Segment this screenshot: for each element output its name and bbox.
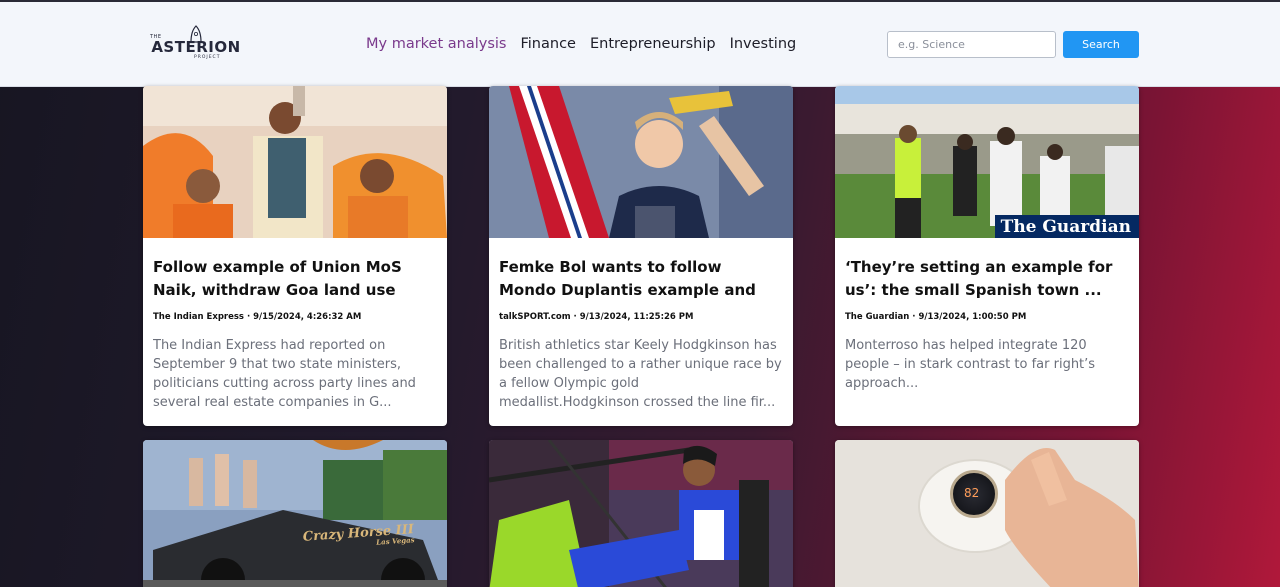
card-description: The Indian Express had reported on Septe… [153, 338, 416, 410]
politicians-photo [143, 86, 447, 238]
card-meta: The Guardian · 9/13/2024, 1:00:50 PM [845, 312, 1027, 322]
card-meta: The Indian Express · 9/15/2024, 4:26:32 … [153, 312, 362, 322]
nav-entrepreneurship[interactable]: Entrepreneurship [590, 36, 716, 52]
thermostat-photo: 82 [835, 440, 1139, 587]
card-description: Monterroso has helped integrate 120 peop… [845, 338, 1096, 391]
thermostat-reading: 82 [964, 486, 980, 500]
news-card[interactable] [489, 440, 793, 587]
search-input[interactable] [887, 31, 1056, 58]
card-title[interactable]: Femke Bol wants to follow Mondo Duplanti… [499, 256, 783, 302]
logo-name-text: ASTERION [151, 38, 241, 56]
news-card[interactable]: The Guardian ‘They’re setting an example… [835, 86, 1139, 426]
asterion-logo[interactable]: THE ASTERION PROJECT [150, 24, 242, 66]
news-card[interactable]: Follow example of Union MoS Naik, withdr… [143, 86, 447, 426]
card-description: British athletics star Keely Hodgkinson … [499, 338, 782, 410]
search-button[interactable]: Search [1063, 31, 1139, 58]
card-title[interactable]: ‘They’re setting an example for us’: the… [845, 256, 1129, 302]
news-card[interactable]: Crazy Horse III Las Vegas [143, 440, 447, 587]
thermostat-dial: 82 [950, 470, 998, 518]
news-card[interactable]: 82 [835, 440, 1139, 587]
card-title[interactable]: Follow example of Union MoS Naik, withdr… [153, 256, 437, 302]
nav-my-market-analysis[interactable]: My market analysis [366, 36, 506, 52]
card-meta: talkSPORT.com · 9/13/2024, 11:25:26 PM [499, 312, 694, 322]
athlete-photo [489, 86, 793, 238]
football-photo: The Guardian [835, 86, 1139, 238]
main-nav: My market analysis Finance Entrepreneurs… [366, 36, 796, 52]
site-header: THE ASTERION PROJECT My market analysis … [0, 2, 1280, 87]
cybertruck-photo: Crazy Horse III Las Vegas [143, 440, 447, 587]
archery-photo [489, 440, 793, 587]
guardian-badge: The Guardian [994, 215, 1139, 238]
nav-investing[interactable]: Investing [730, 36, 797, 52]
news-card[interactable]: Femke Bol wants to follow Mondo Duplanti… [489, 86, 793, 426]
nav-finance[interactable]: Finance [520, 36, 575, 52]
logo-project-text: PROJECT [194, 55, 221, 60]
